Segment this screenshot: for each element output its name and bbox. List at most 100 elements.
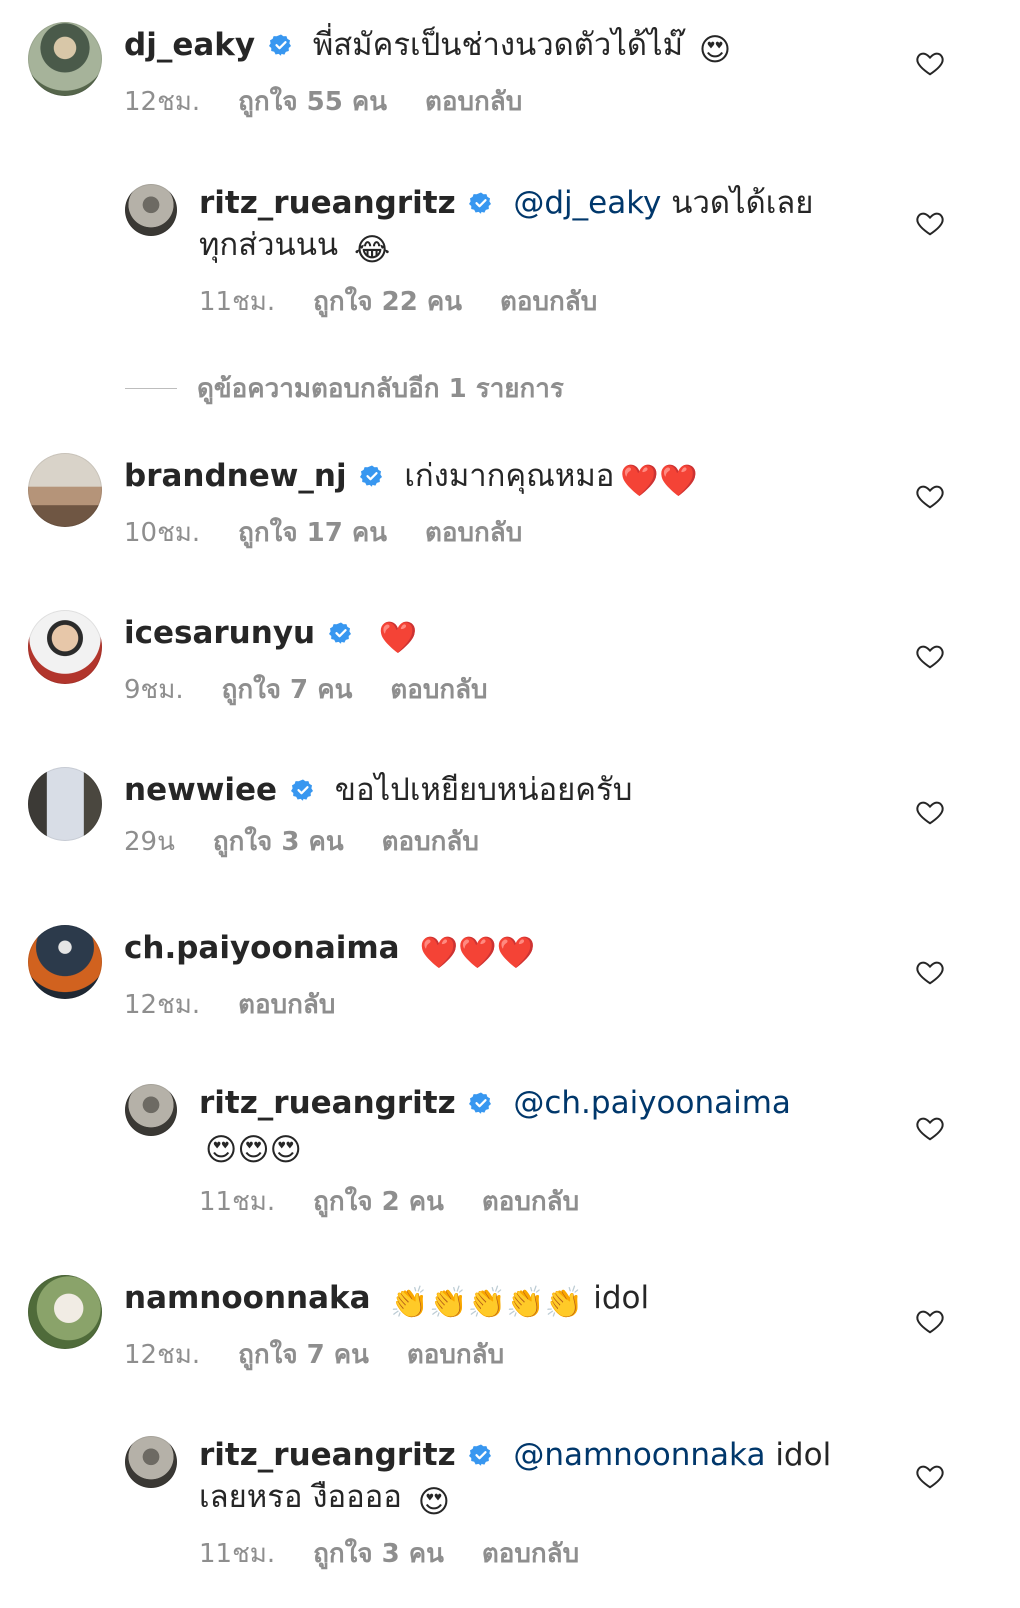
heart-outline-icon[interactable] <box>915 1461 945 1491</box>
reply-button[interactable]: ตอบกลับ <box>382 821 479 862</box>
comment-text: newwiee ขอไปเหยียบหน่อยครับ <box>124 769 814 811</box>
view-more-replies-label: ดูข้อความตอบกลับอีก 1 รายการ <box>197 374 564 404</box>
reply-button[interactable]: ตอบกลับ <box>238 984 335 1025</box>
comment-body: ritz_rueangritz @namnoonnaka idol เลยหรอ… <box>199 1434 839 1574</box>
comment-body: brandnew_nj เก่งมากคุณหมอ ❤️❤️ 10ชม. ถูกใ… <box>124 455 814 553</box>
comment-body: ritz_rueangritz @ch.paiyoonaima 😍😍😍 11ชม… <box>199 1082 839 1222</box>
reply-button[interactable]: ตอบกลับ <box>407 1334 504 1375</box>
timestamp: 12ชม. <box>124 990 201 1020</box>
heart-outline-icon[interactable] <box>915 48 945 78</box>
username-link[interactable]: ritz_rueangritz <box>199 1085 456 1121</box>
comment-message: พี่สมัครเป็นช่างนวดตัวได้ไม๊ <box>312 27 684 63</box>
comment-message-tail: idol <box>583 1280 650 1316</box>
emoji: 😂 <box>353 232 391 268</box>
like-count[interactable]: ถูกใจ 7 คน <box>222 669 353 710</box>
divider-line <box>125 388 177 389</box>
comment-text: icesarunyu ❤️ <box>124 612 814 659</box>
like-count[interactable]: ถูกใจ 2 คน <box>313 1181 444 1222</box>
verified-badge-icon <box>469 192 492 214</box>
timestamp: 10ชม. <box>124 518 201 548</box>
avatar[interactable] <box>125 1084 177 1136</box>
comment-meta: 11ชม. ถูกใจ 22 คน ตอบกลับ <box>199 281 839 322</box>
comment-text: ritz_rueangritz @dj_eaky นวดได้เลยทุกส่ว… <box>199 182 839 271</box>
view-more-replies-button[interactable]: ดูข้อความตอบกลับอีก 1 รายการ <box>125 368 564 409</box>
avatar[interactable] <box>28 610 102 684</box>
avatar[interactable] <box>28 925 102 999</box>
timestamp: 12ชม. <box>124 87 201 117</box>
comment-message: ขอไปเหยียบหน่อยครับ <box>334 772 633 808</box>
reply-button[interactable]: ตอบกลับ <box>500 281 597 322</box>
mention-link[interactable]: @dj_eaky <box>513 185 661 221</box>
avatar[interactable] <box>28 1275 102 1349</box>
reply-button[interactable]: ตอบกลับ <box>390 669 487 710</box>
emoji: 👏👏👏👏👏 <box>390 1285 584 1321</box>
comment-text: brandnew_nj เก่งมากคุณหมอ ❤️❤️ <box>124 455 814 502</box>
emoji: 😍 <box>417 1484 451 1520</box>
emoji: ❤️❤️❤️ <box>419 935 536 971</box>
avatar[interactable] <box>125 1436 177 1488</box>
verified-badge-icon <box>328 622 351 644</box>
username-link[interactable]: newwiee <box>124 772 277 808</box>
avatar[interactable] <box>125 184 177 236</box>
timestamp: 11ชม. <box>199 1187 276 1217</box>
verified-badge-icon <box>268 34 291 56</box>
reply-button[interactable]: ตอบกลับ <box>482 1181 579 1222</box>
heart-outline-icon[interactable] <box>915 1306 945 1336</box>
avatar[interactable] <box>28 767 102 841</box>
like-count[interactable]: ถูกใจ 3 คน <box>213 821 344 862</box>
username-link[interactable]: dj_eaky <box>124 27 255 63</box>
comment-meta: 12ชม. ตอบกลับ <box>124 984 814 1025</box>
like-count[interactable]: ถูกใจ 17 คน <box>238 512 387 553</box>
verified-badge-icon <box>469 1444 492 1466</box>
comment-body: namnoonnaka 👏👏👏👏👏 idol 12ชม. ถูกใจ 7 คน … <box>124 1277 814 1375</box>
comment-body: ritz_rueangritz @dj_eaky นวดได้เลยทุกส่ว… <box>199 182 839 322</box>
comment-text: ch.paiyoonaima ❤️❤️❤️ <box>124 927 814 974</box>
emoji: 😍 <box>698 32 732 68</box>
username-link[interactable]: namnoonnaka <box>124 1280 371 1316</box>
username-link[interactable]: brandnew_nj <box>124 458 347 494</box>
username-link[interactable]: ritz_rueangritz <box>199 185 456 221</box>
timestamp: 12ชม. <box>124 1340 201 1370</box>
comment-message: เก่งมากคุณหมอ <box>404 458 615 494</box>
comment-meta: 12ชม. ถูกใจ 7 คน ตอบกลับ <box>124 1334 814 1375</box>
comment-meta: 9ชม. ถูกใจ 7 คน ตอบกลับ <box>124 669 814 710</box>
emoji: ❤️❤️ <box>620 463 698 499</box>
username-link[interactable]: ritz_rueangritz <box>199 1437 456 1473</box>
emoji: ❤️ <box>378 620 418 656</box>
heart-outline-icon[interactable] <box>915 481 945 511</box>
mention-link[interactable]: @ch.paiyoonaima <box>513 1085 791 1121</box>
emoji: 😍😍😍 <box>205 1132 302 1168</box>
verified-badge-icon <box>469 1092 492 1114</box>
avatar[interactable] <box>28 453 102 527</box>
comment-text: ritz_rueangritz @ch.paiyoonaima 😍😍😍 <box>199 1082 839 1171</box>
comment-body: newwiee ขอไปเหยียบหน่อยครับ 29น ถูกใจ 3 … <box>124 769 814 862</box>
comment-text: dj_eaky พี่สมัครเป็นช่างนวดตัวได้ไม๊ 😍 <box>124 24 814 71</box>
timestamp: 11ชม. <box>199 1539 276 1569</box>
comment-body: ch.paiyoonaima ❤️❤️❤️ 12ชม. ตอบกลับ <box>124 927 814 1025</box>
timestamp: 11ชม. <box>199 287 276 317</box>
reply-button[interactable]: ตอบกลับ <box>425 512 522 553</box>
heart-outline-icon[interactable] <box>915 797 945 827</box>
comment-meta: 12ชม. ถูกใจ 55 คน ตอบกลับ <box>124 81 814 122</box>
timestamp: 9ชม. <box>124 675 184 705</box>
comment-body: icesarunyu ❤️ 9ชม. ถูกใจ 7 คน ตอบกลับ <box>124 612 814 710</box>
like-count[interactable]: ถูกใจ 22 คน <box>313 281 462 322</box>
heart-outline-icon[interactable] <box>915 208 945 238</box>
username-link[interactable]: ch.paiyoonaima <box>124 930 400 966</box>
timestamp: 29น <box>124 827 175 857</box>
verified-badge-icon <box>290 779 313 801</box>
username-link[interactable]: icesarunyu <box>124 615 315 651</box>
mention-link[interactable]: @namnoonnaka <box>513 1437 765 1473</box>
reply-button[interactable]: ตอบกลับ <box>425 81 522 122</box>
heart-outline-icon[interactable] <box>915 1113 945 1143</box>
heart-outline-icon[interactable] <box>915 641 945 671</box>
heart-outline-icon[interactable] <box>915 957 945 987</box>
comment-meta: 29น ถูกใจ 3 คน ตอบกลับ <box>124 821 814 862</box>
comment-meta: 11ชม. ถูกใจ 3 คน ตอบกลับ <box>199 1533 839 1574</box>
like-count[interactable]: ถูกใจ 55 คน <box>238 81 387 122</box>
like-count[interactable]: ถูกใจ 7 คน <box>238 1334 369 1375</box>
reply-button[interactable]: ตอบกลับ <box>482 1533 579 1574</box>
like-count[interactable]: ถูกใจ 3 คน <box>313 1533 444 1574</box>
avatar[interactable] <box>28 22 102 96</box>
comment-body: dj_eaky พี่สมัครเป็นช่างนวดตัวได้ไม๊ 😍 1… <box>124 24 814 122</box>
